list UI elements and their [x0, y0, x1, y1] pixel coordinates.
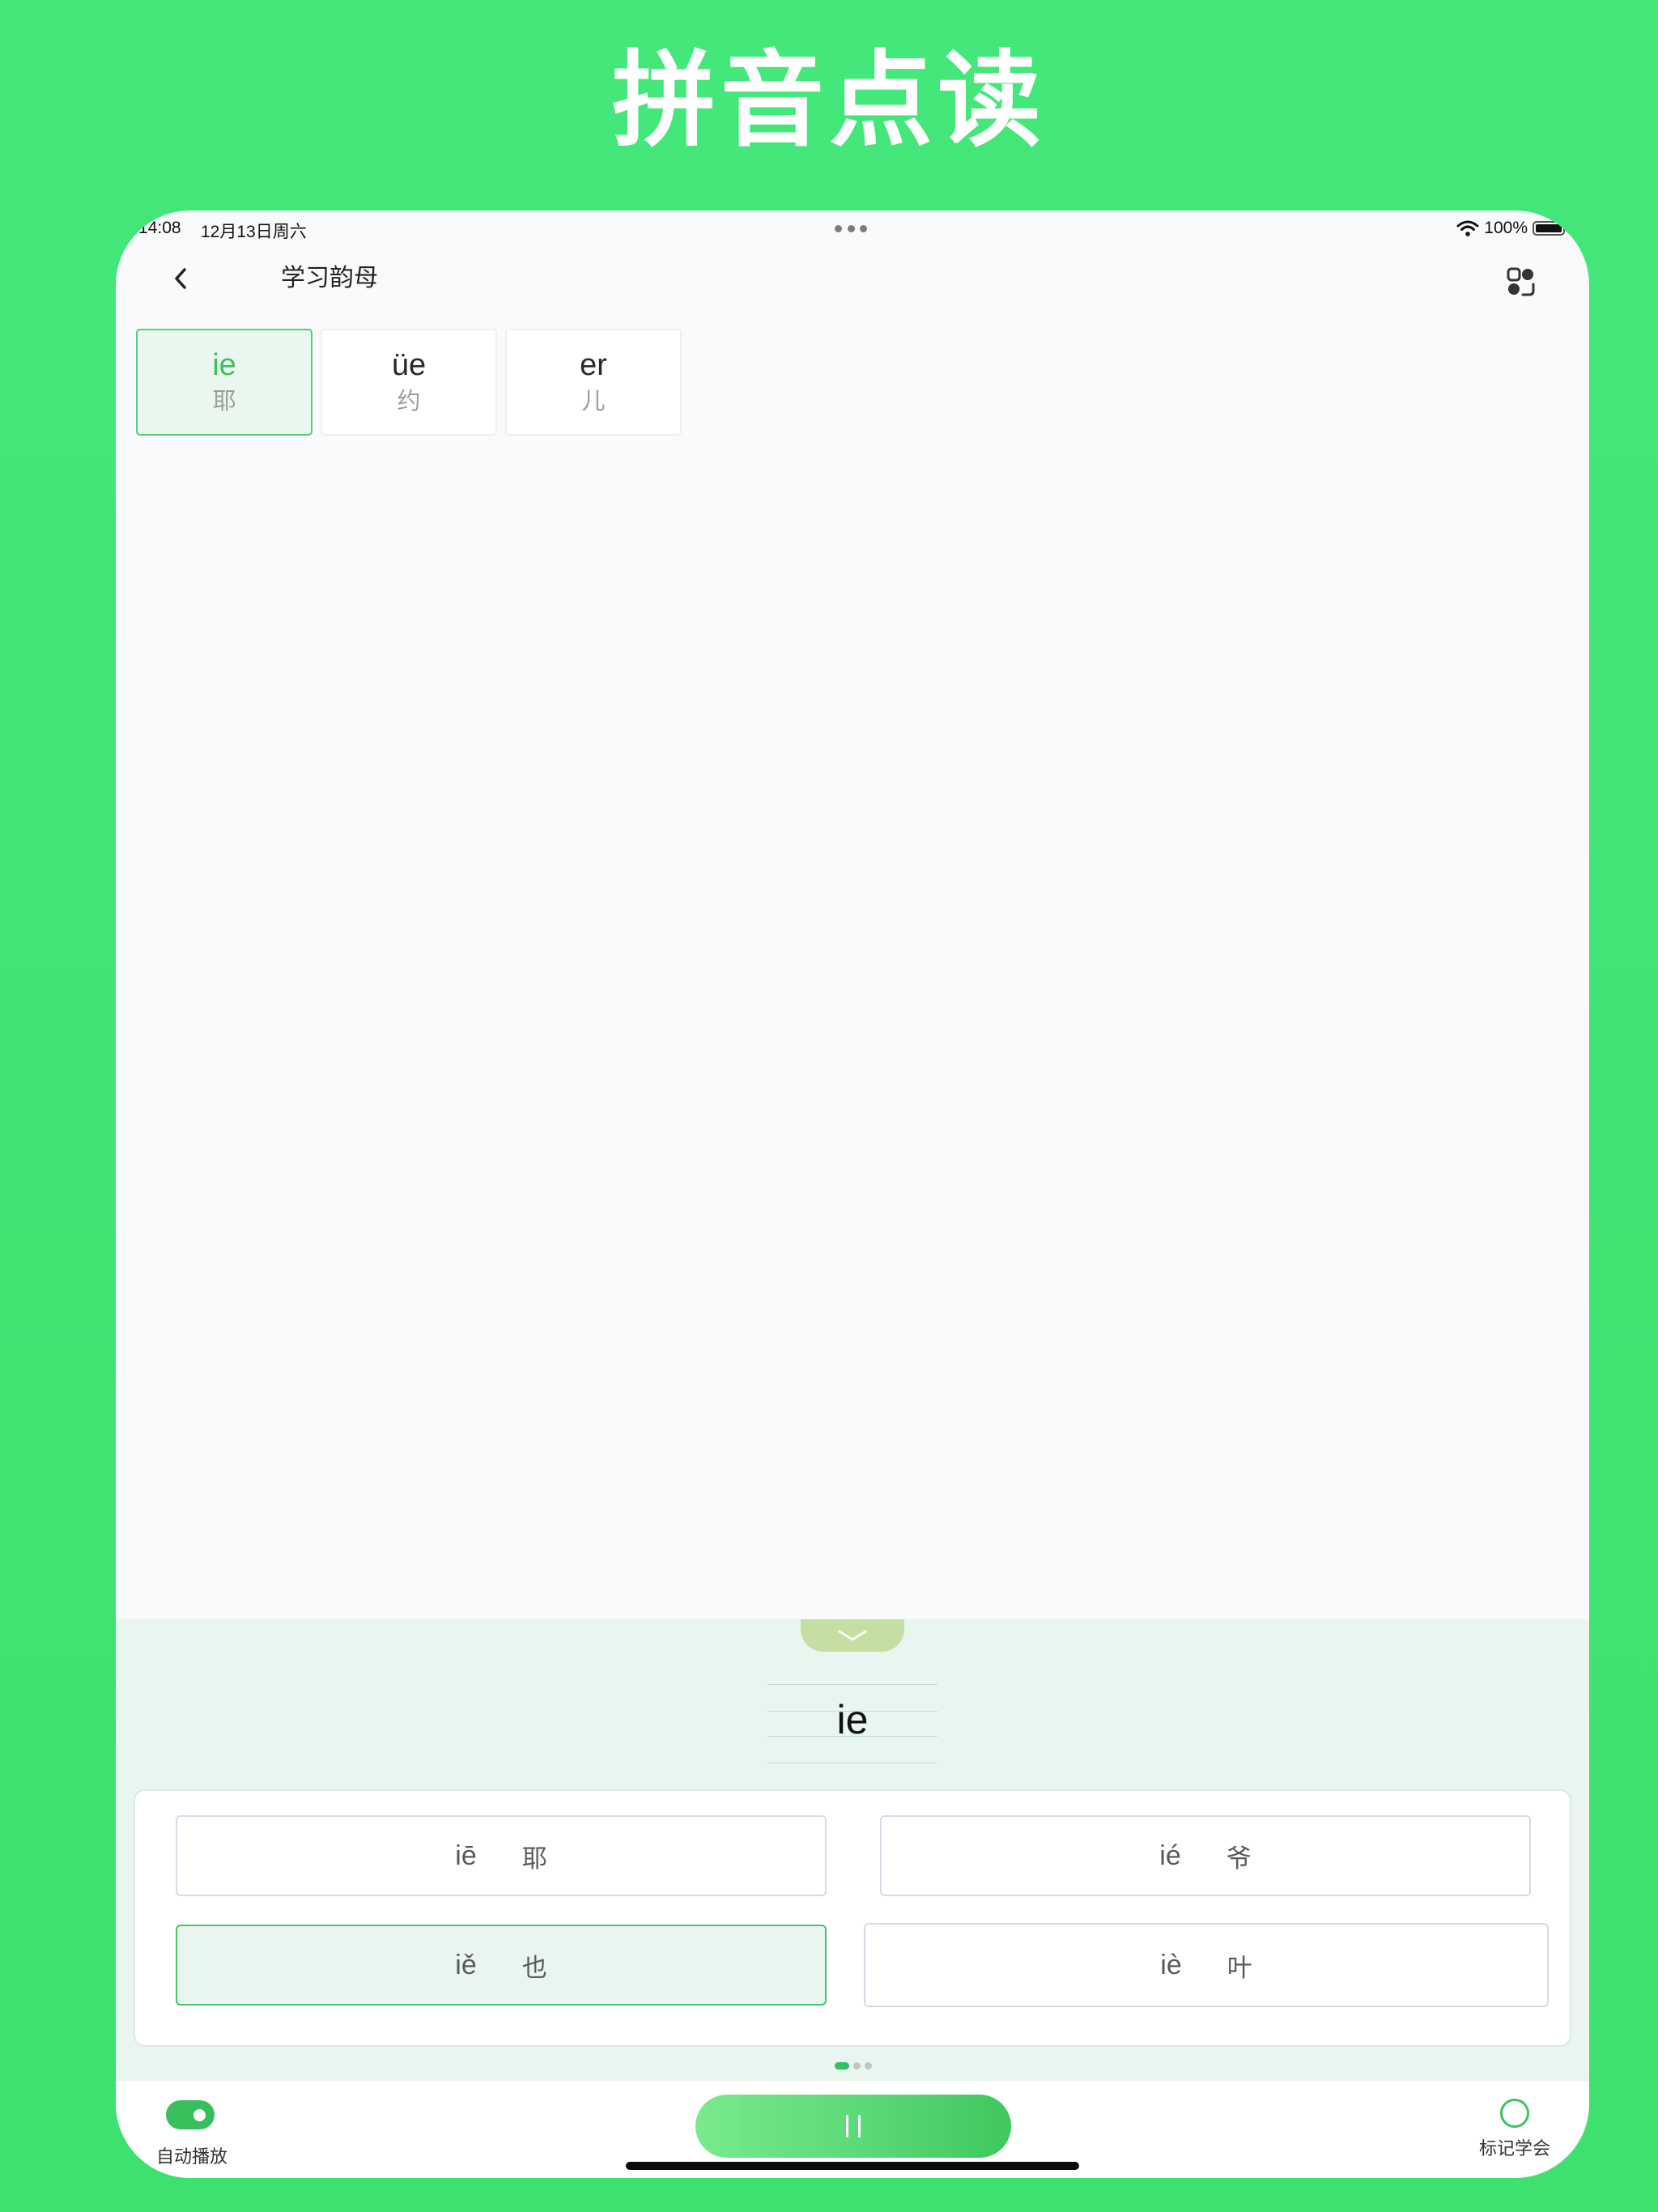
- battery-icon: [1533, 221, 1568, 236]
- device-screen: 14:08 12月13日周六 100% 学习韵母 ie 耶 üe 约 er 儿 …: [116, 211, 1589, 2178]
- word-button-2[interactable]: ié 爷: [880, 1815, 1531, 1896]
- tab-er[interactable]: er 儿: [505, 329, 682, 436]
- word-hanzi: 叶: [1226, 1953, 1252, 1983]
- current-pinyin[interactable]: ie: [767, 1687, 937, 1752]
- page-title: 学习韵母: [281, 265, 378, 291]
- word-button-3[interactable]: iě 也: [176, 1925, 827, 2006]
- status-indicators: 100%: [1456, 216, 1568, 240]
- multitasking-dots[interactable]: [835, 225, 867, 233]
- chevron-left-icon: [175, 268, 186, 289]
- word-card: iē 耶 ié 爷 iě 也 iè 叶: [134, 1789, 1571, 2047]
- page-dot: [853, 2062, 861, 2069]
- home-indicator[interactable]: [626, 2162, 1079, 2170]
- collapse-panel-button[interactable]: [801, 1619, 904, 1652]
- reading-panel: ie iē 耶 ié 爷 iě 也 iè 叶: [116, 1619, 1589, 2081]
- tab-hanzi: 耶: [212, 387, 236, 415]
- tab-ie[interactable]: ie 耶: [136, 329, 312, 436]
- current-pinyin-area: ie: [767, 1684, 937, 1763]
- toggle-knob: [193, 2109, 206, 2121]
- word-hanzi: 耶: [521, 1844, 547, 1874]
- switch-icon: [1507, 267, 1535, 296]
- tab-hanzi: 儿: [581, 387, 606, 415]
- word-pinyin: iē: [455, 1840, 477, 1871]
- tab-pinyin: er: [580, 348, 607, 382]
- word-pinyin: iè: [1160, 1949, 1182, 1980]
- tab-ue[interactable]: üe 约: [321, 329, 497, 436]
- mark-learned-label: 标记学会: [1478, 2138, 1550, 2159]
- page-dot: [865, 2062, 872, 2069]
- page-indicator[interactable]: [835, 2062, 872, 2069]
- status-date: 12月13日周六: [201, 223, 307, 241]
- switch-mode-button[interactable]: [1500, 261, 1542, 303]
- chevron-down-icon: [838, 1630, 867, 1641]
- page-dot-active: [835, 2062, 849, 2069]
- mark-learned-button[interactable]: [1500, 2099, 1529, 2128]
- play-pause-button[interactable]: [695, 2095, 1011, 2158]
- word-button-1[interactable]: iē 耶: [176, 1815, 827, 1896]
- auto-play-toggle[interactable]: [166, 2100, 215, 2129]
- pause-icon: [846, 2115, 861, 2138]
- headline: 拼音点读: [611, 40, 1046, 161]
- word-hanzi: 也: [521, 1953, 547, 1983]
- tab-hanzi: 约: [397, 387, 421, 415]
- final-tabs: ie 耶 üe 约 er 儿: [136, 329, 682, 436]
- wifi-icon: [1456, 219, 1479, 237]
- word-pinyin: iě: [455, 1949, 477, 1980]
- guide-line: [767, 1684, 937, 1685]
- tab-pinyin: üe: [391, 348, 427, 382]
- word-pinyin: ié: [1159, 1840, 1181, 1871]
- status-time: 14:08: [138, 219, 181, 237]
- tab-pinyin: ie: [212, 348, 236, 382]
- battery-percent: 100%: [1484, 219, 1528, 237]
- word-hanzi: 爷: [1226, 1844, 1252, 1874]
- auto-play-label: 自动播放: [155, 2146, 227, 2167]
- word-button-4[interactable]: iè 叶: [864, 1923, 1549, 2007]
- back-button[interactable]: [158, 256, 203, 301]
